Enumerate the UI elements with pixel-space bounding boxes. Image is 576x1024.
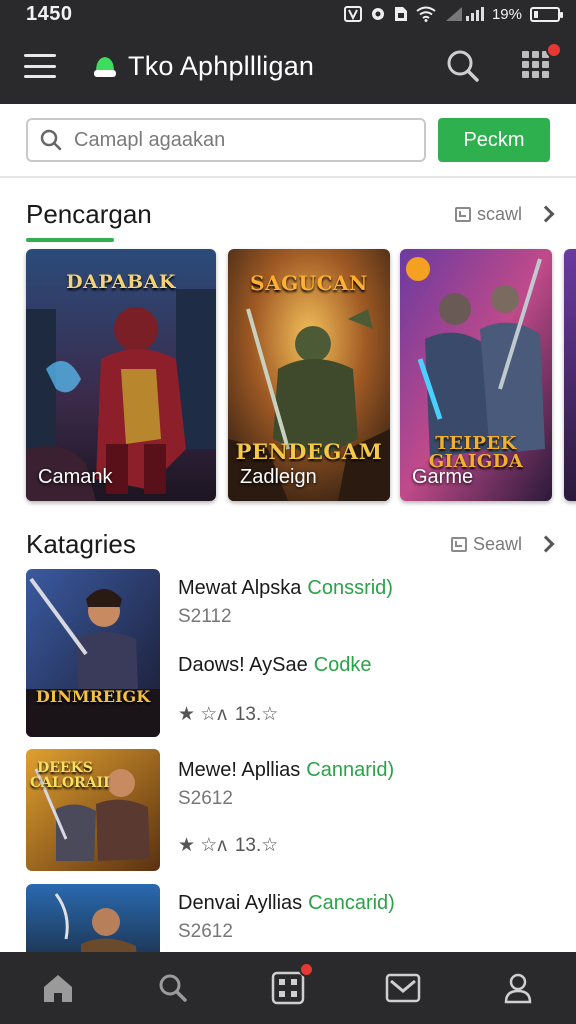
status-bar: 1450 19%: [0, 0, 576, 28]
list-item[interactable]: Denvai Ayllias Cancarid) S2612: [26, 884, 552, 952]
profile-icon: [505, 973, 532, 1004]
search-icon: [159, 974, 187, 1002]
categories-title: Katagries: [26, 528, 136, 559]
card-art-subtitle: PENDEGAM: [235, 439, 383, 464]
item-thumbnail: [26, 884, 160, 952]
item-name-row: Denvai Ayllias Cancarid): [178, 892, 552, 915]
nav-profile[interactable]: [494, 964, 542, 1012]
item-art-title: DEEKS CALORAII: [30, 760, 110, 791]
search-icon[interactable]: [446, 49, 480, 83]
item-name-row-2: Daows! AySae Codke: [178, 654, 552, 677]
sim-icon: [394, 7, 407, 21]
featured-header: Pencargan scawl: [26, 196, 555, 232]
featured-card[interactable]: DAPABAK Camank: [26, 249, 216, 501]
nav-inbox[interactable]: [379, 964, 427, 1012]
signal-icon: [445, 7, 484, 21]
item-details: Mewe! Apllias Cannarid) S2612 ★ ☆ʌ 13.☆: [178, 749, 552, 857]
search-input[interactable]: [74, 128, 394, 152]
card-art-title: DAPABAK: [66, 271, 176, 293]
list-item[interactable]: DEEKS CALORAII Mewe! Apllias Cannarid) S2…: [26, 749, 552, 873]
rating-value: 13.☆: [234, 704, 279, 725]
item-name: Mewat Alpska: [178, 577, 302, 599]
item-tag-2[interactable]: Codke: [314, 654, 372, 676]
wifi-icon: [416, 6, 436, 22]
item-details: Denvai Ayllias Cancarid) S2612: [178, 884, 552, 943]
nav-badge: [298, 962, 314, 977]
item-rating: ★ ☆ʌ 13.☆: [178, 703, 552, 726]
nav-search[interactable]: [149, 964, 197, 1012]
item-code: S2612: [178, 788, 233, 809]
status-time: 1450: [26, 2, 73, 25]
categories-header: Katagries Seawl: [26, 526, 555, 562]
chevron-right-icon: [537, 535, 555, 553]
rating-stars: ★ ☆ʌ: [178, 704, 227, 725]
item-name: Denvai Ayllias: [178, 892, 303, 914]
item-thumbnail: DEEKS CALORAII: [26, 749, 160, 871]
search-field-icon: [40, 129, 62, 151]
app-bar-actions: [446, 42, 562, 83]
app-bar: Tko Aphpllligan: [0, 28, 576, 104]
search-field[interactable]: [26, 118, 426, 162]
app-title: Tko Aphpllligan: [128, 50, 315, 81]
card-label: Zadleign: [240, 466, 317, 488]
featured-see-all[interactable]: scawl: [454, 203, 555, 225]
item-art-title: DINMREIGK: [35, 687, 151, 706]
item-rating: ★ ☆ʌ 13.☆: [178, 834, 552, 857]
card-label: Camank: [38, 466, 113, 488]
item-tag[interactable]: Cancarid): [308, 892, 395, 914]
item-name: Mewe! Apllias: [178, 759, 301, 781]
settings-icon: [371, 8, 384, 20]
battery-icon: [530, 6, 563, 22]
item-tag[interactable]: Conssrid): [307, 577, 393, 599]
apps-button[interactable]: [522, 42, 562, 81]
nav-home[interactable]: [34, 964, 82, 1012]
see-all-icon: [450, 536, 467, 552]
featured-see-all-label: scawl: [476, 203, 522, 224]
chevron-right-icon: [537, 205, 555, 223]
status-icons: 19%: [343, 5, 563, 23]
notification-badge: [546, 42, 562, 58]
featured-carousel[interactable]: DAPABAK Camank SAGUCAN PENDEGAM Zadleign: [26, 249, 576, 501]
rating-value: 13.☆: [234, 835, 279, 856]
featured-card[interactable]: TEIPEK GIAIGDA Garme: [400, 249, 552, 501]
item-thumbnail: DINMREIGK: [26, 569, 160, 737]
search-bar: Peckm: [0, 104, 576, 178]
item-code: S2112: [178, 606, 232, 627]
nfc-icon: [343, 6, 362, 22]
search-button[interactable]: Peckm: [438, 118, 550, 162]
app-logo-icon: [94, 57, 116, 77]
item-name-row: Mewe! Apllias Cannarid): [178, 759, 552, 782]
home-icon: [43, 975, 72, 1002]
categories-see-all[interactable]: Seawl: [450, 533, 555, 555]
featured-card[interactable]: SAGUCAN PENDEGAM Zadleign: [228, 249, 390, 501]
list-item[interactable]: DINMREIGK Mewat Alpska Conssrid) S2112 Da…: [26, 569, 552, 739]
see-all-icon: [454, 206, 471, 222]
categories-see-all-label: Seawl: [472, 533, 522, 554]
item-code: S2612: [178, 921, 233, 942]
card-label: Garme: [412, 466, 474, 488]
rating-stars: ★ ☆ʌ: [178, 835, 227, 856]
menu-icon[interactable]: [24, 54, 56, 78]
card-art-title: SAGUCAN: [250, 271, 368, 295]
nav-apps[interactable]: [264, 962, 314, 1012]
bottom-nav: [0, 952, 576, 1024]
item-tag[interactable]: Cannarid): [306, 759, 394, 781]
item-name-2: Daows! AySae: [178, 654, 308, 676]
screen: 1450 19% Tko Aphpllligan Camapl agaakan …: [0, 0, 576, 1024]
item-details: Mewat Alpska Conssrid) S2112 Daows! AySae…: [178, 569, 552, 726]
featured-underline: [26, 238, 114, 242]
featured-title: Pencargan: [26, 198, 152, 229]
battery-percent: 19%: [491, 5, 522, 23]
apps-icon: [271, 971, 305, 1005]
featured-card-peek[interactable]: [564, 249, 576, 501]
inbox-icon: [385, 973, 421, 1003]
item-name-row: Mewat Alpska Conssrid): [178, 577, 552, 600]
